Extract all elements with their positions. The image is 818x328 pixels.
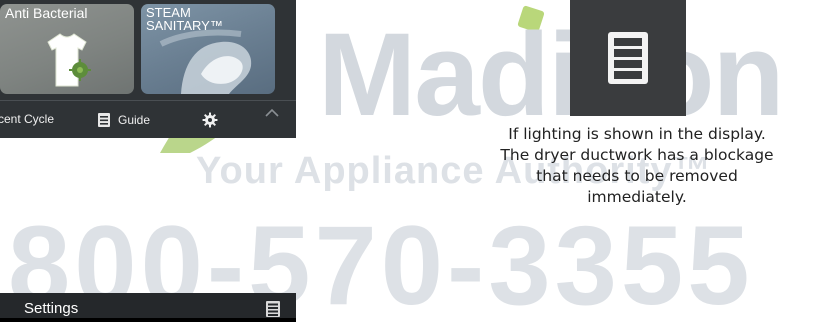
panel-toolbar: cent Cycle Guide bbox=[0, 104, 296, 138]
guide-label: Guide bbox=[118, 113, 151, 127]
divider bbox=[0, 100, 296, 101]
recent-cycle-label: cent Cycle bbox=[0, 112, 55, 126]
settings-header[interactable]: Settings bbox=[0, 293, 296, 322]
divider bbox=[0, 318, 296, 322]
document-icon bbox=[98, 113, 110, 127]
recent-cycle-button[interactable]: cent Cycle bbox=[0, 112, 54, 126]
tile-anti-bacterial[interactable]: Anti Bacterial bbox=[0, 4, 134, 94]
ductwork-blockage-icon bbox=[266, 301, 280, 317]
watermark-brand: Madison bbox=[318, 9, 785, 141]
gear-icon bbox=[202, 112, 218, 128]
settings-gear-button[interactable] bbox=[202, 112, 218, 128]
chevron-up-icon bbox=[265, 108, 279, 117]
blockage-note: If lighting is shown in the display. The… bbox=[500, 125, 774, 206]
tile-label: Anti Bacterial bbox=[5, 5, 88, 21]
settings-label: Settings bbox=[24, 300, 79, 317]
guide-button[interactable]: Guide bbox=[96, 112, 150, 128]
tile-steam-sanitary[interactable]: STEAM SANITARY™ bbox=[141, 4, 275, 94]
tile-label: STEAM SANITARY™ bbox=[146, 5, 223, 33]
ductwork-blockage-icon bbox=[608, 32, 648, 84]
expand-button[interactable] bbox=[264, 108, 280, 118]
indicator-display bbox=[570, 0, 686, 116]
cycle-panel: Anti Bacterial STEAM SANITARY™ cent Cycl… bbox=[0, 0, 296, 138]
